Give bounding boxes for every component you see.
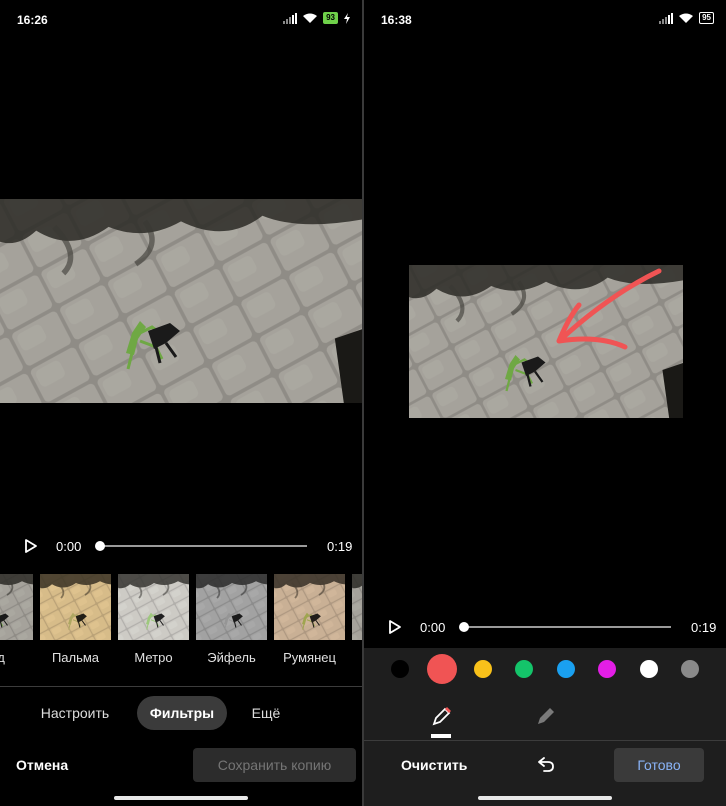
undo-button[interactable]	[536, 754, 556, 774]
divider	[364, 740, 726, 741]
filter-item[interactable]: ад	[0, 574, 33, 665]
color-white[interactable]	[640, 660, 658, 678]
seek-bar[interactable]	[464, 626, 671, 628]
filter-label: Метро	[134, 650, 173, 665]
filter-label: Эйфель	[207, 650, 256, 665]
filter-thumbnail	[274, 574, 345, 645]
signal-icon	[659, 12, 674, 24]
color-gray[interactable]	[681, 660, 699, 678]
filter-label: Румянец	[283, 650, 336, 665]
seek-bar[interactable]	[100, 545, 307, 547]
color-red-selected[interactable]	[427, 654, 457, 684]
save-copy-button[interactable]: Сохранить копию	[193, 748, 356, 782]
color-black[interactable]	[391, 660, 409, 678]
clear-button[interactable]: Очистить	[401, 757, 467, 773]
play-icon[interactable]	[23, 538, 39, 554]
filter-thumbnail	[352, 574, 362, 645]
filter-thumbnail	[0, 574, 33, 645]
current-time: 0:00	[420, 620, 446, 635]
marker-tool[interactable]	[534, 704, 558, 728]
current-time: 0:00	[56, 539, 82, 554]
filter-item[interactable]: Румянец	[274, 574, 345, 665]
status-time: 16:38	[381, 13, 412, 27]
charging-icon	[344, 12, 350, 24]
wifi-icon	[303, 13, 318, 23]
filter-item-partial[interactable]	[352, 574, 362, 645]
color-magenta[interactable]	[598, 660, 616, 678]
duration: 0:19	[691, 620, 717, 635]
status-icons: 95	[659, 12, 714, 24]
cancel-button[interactable]: Отмена	[16, 757, 68, 773]
tab-more[interactable]: Ещё	[240, 696, 292, 730]
filter-thumbnail	[118, 574, 189, 645]
signal-icon	[283, 12, 298, 24]
active-tool-indicator	[431, 734, 451, 738]
color-green[interactable]	[515, 660, 533, 678]
tab-adjust[interactable]: Настроить	[25, 696, 125, 730]
done-button[interactable]: Готово	[614, 748, 704, 782]
divider	[0, 686, 362, 687]
editor-tabs: Настроить Фильтры Ещё	[0, 696, 362, 730]
filter-label: ад	[0, 650, 5, 665]
gesture-bar[interactable]	[114, 796, 248, 800]
filter-item[interactable]: Метро	[118, 574, 189, 665]
pen-icon	[432, 707, 451, 726]
video-preview[interactable]	[0, 199, 362, 403]
color-yellow[interactable]	[474, 660, 492, 678]
filter-item[interactable]: Пальма	[40, 574, 111, 665]
status-bar: 16:26 93	[0, 0, 362, 36]
filter-strip[interactable]: ад Пальма Метро Эйфель Румянец	[0, 574, 362, 674]
marker-icon	[538, 708, 554, 724]
filter-item[interactable]: Эйфель	[196, 574, 267, 665]
play-icon[interactable]	[387, 619, 403, 635]
color-blue[interactable]	[557, 660, 575, 678]
color-palette	[364, 648, 726, 690]
seek-handle[interactable]	[459, 622, 469, 632]
seek-handle[interactable]	[95, 541, 105, 551]
filter-label: Пальма	[51, 650, 100, 665]
status-bar: 16:38 95	[364, 0, 726, 36]
battery-indicator: 93	[323, 12, 338, 24]
filter-editor-screen: 16:26 93 0:00 0:19 ад Пальма Ме	[0, 0, 362, 806]
undo-icon	[538, 757, 554, 772]
duration: 0:19	[327, 539, 353, 554]
filter-thumbnail	[196, 574, 267, 645]
tab-filters[interactable]: Фильтры	[137, 696, 227, 730]
pen-tool[interactable]	[430, 704, 454, 728]
status-time: 16:26	[17, 13, 48, 27]
video-player-controls: 0:00 0:19	[364, 612, 726, 642]
filter-thumbnail	[40, 574, 111, 645]
video-preview[interactable]	[409, 265, 683, 418]
drawing-tools	[364, 690, 726, 740]
wifi-icon	[679, 13, 694, 23]
video-player-controls: 0:00 0:19	[0, 531, 362, 561]
gesture-bar[interactable]	[478, 796, 612, 800]
markup-editor-screen: 16:38 95 0:00 0:19 Очистить Готово	[364, 0, 726, 806]
status-icons: 93	[283, 12, 350, 24]
battery-indicator: 95	[699, 12, 714, 24]
